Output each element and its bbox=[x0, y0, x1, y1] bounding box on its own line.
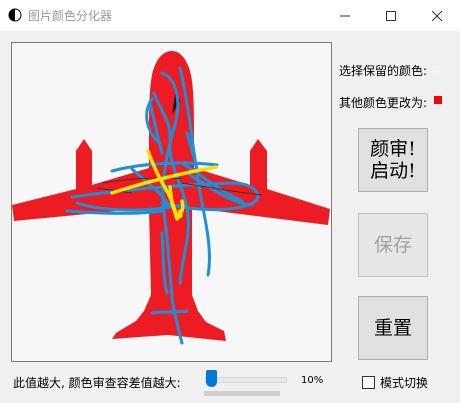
title-bar: 图片颜色分化器 bbox=[0, 0, 460, 31]
close-icon bbox=[432, 10, 442, 21]
save-button[interactable]: 保存 bbox=[358, 213, 428, 277]
start-button-line2: 启动! bbox=[370, 160, 416, 182]
other-color-swatch[interactable] bbox=[434, 96, 442, 104]
maximize-button[interactable] bbox=[368, 0, 414, 31]
reset-button[interactable]: 重置 bbox=[358, 296, 428, 360]
tolerance-slider-track[interactable] bbox=[205, 377, 287, 383]
mode-toggle-checkbox[interactable] bbox=[362, 376, 375, 389]
tolerance-slider-thumb[interactable] bbox=[206, 370, 217, 387]
keep-color-swatch[interactable] bbox=[432, 66, 440, 74]
airplane-image bbox=[12, 51, 330, 345]
window-title: 图片颜色分化器 bbox=[28, 9, 113, 23]
save-button-label: 保存 bbox=[373, 234, 412, 256]
half-circle-icon bbox=[8, 8, 22, 22]
image-canvas[interactable] bbox=[11, 42, 332, 362]
maximize-icon bbox=[386, 10, 396, 21]
reset-button-label: 重置 bbox=[373, 317, 412, 339]
minimize-button[interactable] bbox=[322, 0, 368, 31]
tolerance-value: 10% bbox=[301, 375, 324, 386]
mode-toggle-label: 模式切换 bbox=[380, 376, 429, 390]
tolerance-label: 此值越大, 颜色审查容差值越大: bbox=[13, 376, 181, 390]
close-button[interactable] bbox=[414, 0, 460, 31]
other-color-label: 其他颜色更改为: bbox=[339, 96, 428, 110]
keep-color-label: 选择保留的颜色: bbox=[339, 64, 428, 78]
minimize-icon bbox=[340, 15, 350, 16]
tolerance-slider-scrollbar bbox=[204, 391, 280, 396]
start-review-button[interactable]: 颜审! 启动! bbox=[358, 128, 428, 192]
start-button-line1: 颜审! bbox=[370, 138, 416, 160]
